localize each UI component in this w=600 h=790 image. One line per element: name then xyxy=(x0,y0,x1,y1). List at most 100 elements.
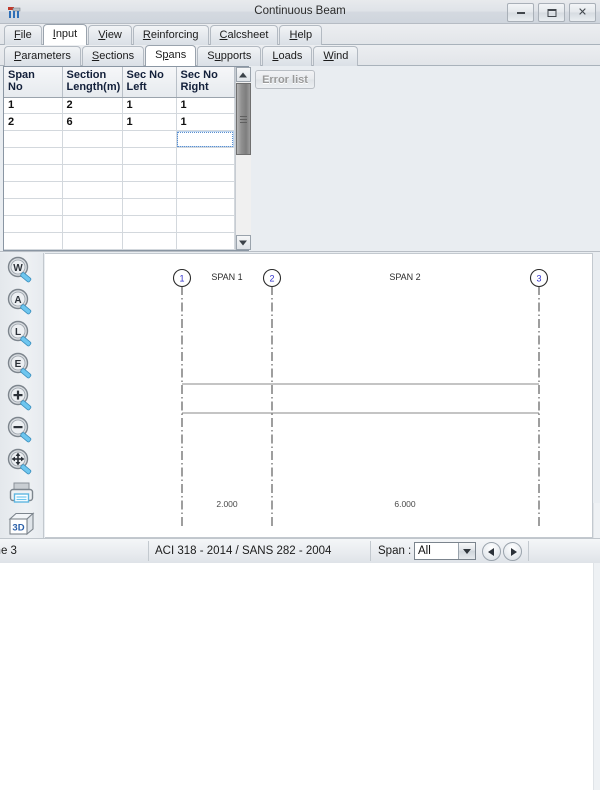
table-row[interactable]: 1 2 1 1 xyxy=(4,97,234,114)
cell-sec-no-right[interactable] xyxy=(176,182,234,199)
cell-section-length[interactable] xyxy=(62,182,122,199)
zoom-all-tool[interactable]: A xyxy=(5,287,39,319)
menu-item-reinforcing-label: einforcing xyxy=(151,29,199,41)
tab-wind[interactable]: Wind xyxy=(313,46,358,66)
cell-sec-no-left[interactable] xyxy=(122,233,176,250)
sub-tab-bar: Parameters Sections Spans Supports Loads… xyxy=(0,45,600,66)
cell-sec-no-right[interactable] xyxy=(176,148,234,165)
cell-sec-no-left[interactable] xyxy=(122,182,176,199)
tab-loads[interactable]: Loads xyxy=(262,46,312,66)
cell-section-length[interactable]: 2 xyxy=(62,97,122,114)
table-row[interactable] xyxy=(4,233,234,250)
cell-sec-no-right[interactable] xyxy=(176,233,234,250)
close-button[interactable]: ✕ xyxy=(569,3,596,22)
cell-span-no[interactable]: 2 xyxy=(4,114,62,131)
span-selector-label: Span : xyxy=(378,539,411,563)
status-design-code: ACI 318 - 2014 / SANS 282 - 2004 xyxy=(155,539,331,563)
maximize-button[interactable] xyxy=(538,3,565,22)
span-select[interactable]: All xyxy=(414,542,476,560)
cell-span-no[interactable] xyxy=(4,182,62,199)
zoom-in-tool[interactable] xyxy=(5,383,39,415)
cell-sec-no-right[interactable]: 1 xyxy=(176,114,234,131)
cell-section-length[interactable] xyxy=(62,199,122,216)
column-header-sec-no-right[interactable]: Sec NoRight xyxy=(176,67,234,97)
pan-tool[interactable] xyxy=(5,447,39,479)
print-tool[interactable] xyxy=(5,479,39,511)
close-icon: ✕ xyxy=(578,7,587,18)
cell-sec-no-left[interactable] xyxy=(122,216,176,233)
tab-spans[interactable]: Spans xyxy=(145,45,196,66)
column-header-sec-no-left[interactable]: Sec NoLeft xyxy=(122,67,176,97)
scroll-up-button[interactable] xyxy=(236,67,251,82)
next-span-button[interactable] xyxy=(503,542,522,561)
cell-sec-no-right[interactable] xyxy=(176,165,234,182)
maximize-icon xyxy=(547,9,556,17)
svg-text:A: A xyxy=(14,295,21,306)
cell-sec-no-left[interactable] xyxy=(122,148,176,165)
scrollbar-thumb[interactable] xyxy=(236,83,251,155)
table-row[interactable] xyxy=(4,182,234,199)
cell-span-no[interactable] xyxy=(4,216,62,233)
zoom-window-tool[interactable]: W xyxy=(5,255,39,287)
menu-item-input[interactable]: Input xyxy=(43,24,87,45)
cell-sec-no-right[interactable] xyxy=(176,199,234,216)
node-marker-3: 3 xyxy=(531,270,548,287)
cell-sec-no-left[interactable]: 1 xyxy=(122,97,176,114)
cell-sec-no-left[interactable]: 1 xyxy=(122,114,176,131)
gridline-group xyxy=(182,286,539,529)
scroll-down-button[interactable] xyxy=(236,235,251,250)
status-divider-2 xyxy=(370,541,371,561)
table-row[interactable] xyxy=(4,165,234,182)
error-list-button[interactable]: Error list xyxy=(255,70,315,89)
cell-span-no[interactable] xyxy=(4,199,62,216)
menu-item-help[interactable]: Help xyxy=(279,25,322,45)
tab-parameters[interactable]: Parameters xyxy=(4,46,81,66)
cell-sec-no-left[interactable] xyxy=(122,131,176,148)
cell-section-length[interactable] xyxy=(62,165,122,182)
zoom-last-tool[interactable]: L xyxy=(5,319,39,351)
svg-text:3D: 3D xyxy=(12,523,24,534)
cell-span-no[interactable]: 1 xyxy=(4,97,62,114)
chevron-down-icon xyxy=(239,240,247,245)
table-body: 1 2 1 1 2 6 1 1 xyxy=(4,97,234,250)
previous-span-button[interactable] xyxy=(482,542,501,561)
cell-span-no[interactable] xyxy=(4,233,62,250)
cell-sec-no-right-selected[interactable] xyxy=(176,131,234,148)
beam-diagram-canvas[interactable]: 1 2 3 SPAN 1 SPAN 2 2.000 6.000 xyxy=(45,253,593,538)
cell-span-no[interactable] xyxy=(4,165,62,182)
zoom-out-tool[interactable] xyxy=(5,415,39,447)
view-3d-tool[interactable]: 3D xyxy=(5,509,39,541)
menu-item-file[interactable]: File xyxy=(4,25,42,45)
tab-sections[interactable]: Sections xyxy=(82,46,144,66)
svg-text:L: L xyxy=(15,327,21,338)
cell-sec-no-left[interactable] xyxy=(122,199,176,216)
sub-tab-list: Parameters Sections Spans Supports Loads… xyxy=(4,45,359,66)
table-row[interactable]: 2 6 1 1 xyxy=(4,114,234,131)
cell-sec-no-left[interactable] xyxy=(122,165,176,182)
cell-sec-no-right[interactable]: 1 xyxy=(176,97,234,114)
cell-span-no[interactable] xyxy=(4,148,62,165)
table-row[interactable] xyxy=(4,199,234,216)
spans-grid[interactable]: SpanNo SectionLength(m) Sec NoLeft Sec N… xyxy=(3,66,249,251)
grid-vertical-scrollbar[interactable] xyxy=(235,67,251,250)
cell-section-length[interactable] xyxy=(62,233,122,250)
span-dimension-2: 6.000 xyxy=(394,499,416,509)
cell-section-length[interactable] xyxy=(62,216,122,233)
menu-item-reinforcing[interactable]: Reinforcing xyxy=(133,25,209,45)
cell-span-no[interactable] xyxy=(4,131,62,148)
cell-section-length[interactable]: 6 xyxy=(62,114,122,131)
table-row[interactable] xyxy=(4,216,234,233)
cell-section-length[interactable] xyxy=(62,148,122,165)
column-header-section-length[interactable]: SectionLength(m) xyxy=(62,67,122,97)
minimize-button[interactable] xyxy=(507,3,534,22)
chevron-down-icon[interactable] xyxy=(458,543,475,559)
menu-item-view[interactable]: View xyxy=(88,25,132,45)
column-header-span-no[interactable]: SpanNo xyxy=(4,67,62,97)
zoom-extents-tool[interactable]: E xyxy=(5,351,39,383)
menu-item-calcsheet[interactable]: Calcsheet xyxy=(210,25,279,45)
tab-supports[interactable]: Supports xyxy=(197,46,261,66)
cell-section-length[interactable] xyxy=(62,131,122,148)
cell-sec-no-right[interactable] xyxy=(176,216,234,233)
table-row[interactable] xyxy=(4,148,234,165)
table-row[interactable] xyxy=(4,131,234,148)
